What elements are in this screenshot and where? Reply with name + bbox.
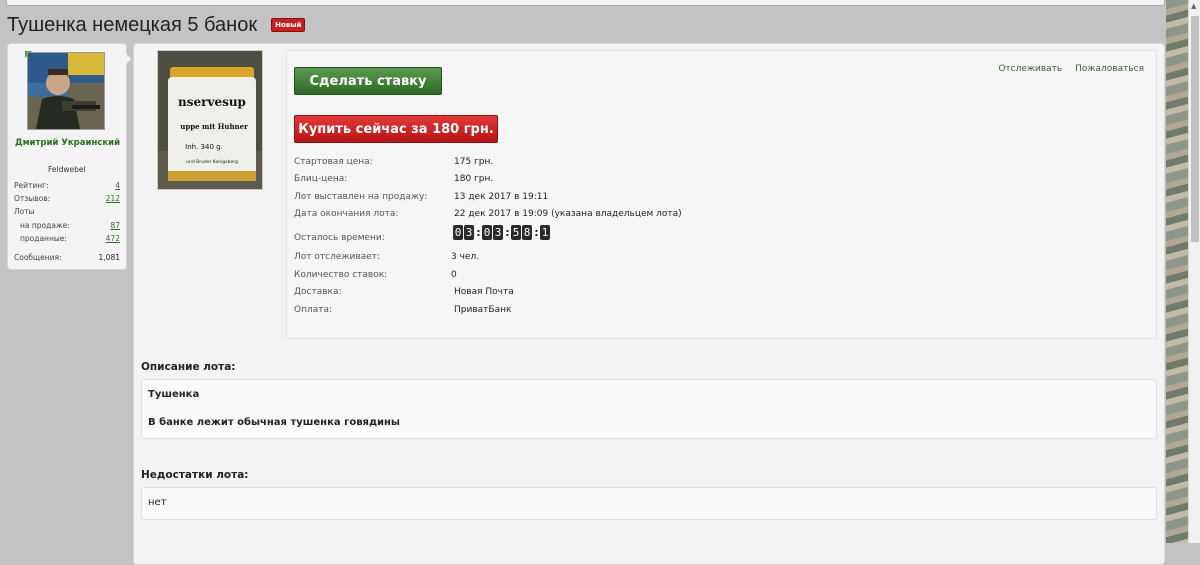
user-name[interactable]: Дмитрий Украинский (15, 138, 121, 149)
detail-label: Блиц-цена: (294, 174, 348, 184)
can-label-4: und Bruder Konigsberg (186, 159, 238, 165)
description-text: В банке лежит обычная тушенка говядины (148, 417, 400, 428)
stat-value[interactable]: 87 (110, 220, 120, 232)
stat-value[interactable]: 4 (115, 180, 120, 192)
description-title: Описание лота: (141, 361, 236, 373)
lot-image[interactable]: nservesup uppe mit Huhner Inh. 340 g. un… (157, 50, 263, 190)
detail-value: 3 чел. (451, 252, 480, 262)
can-label-1: nservesup (178, 95, 246, 109)
stat-sold: проданные: 472 (14, 233, 120, 245)
description-box (141, 379, 1157, 439)
timer-digit: 8 (522, 225, 532, 240)
lot-actions: Отслеживать Пожаловаться (988, 64, 1144, 74)
lot-photo: nservesup uppe mit Huhner Inh. 340 g. un… (158, 51, 262, 189)
detail-end-date: Дата окончания лота: 22 дек 2017 в 19:09… (294, 207, 682, 221)
timer-digit: 3 (493, 225, 503, 240)
scrollbar[interactable]: ▲ (1188, 0, 1200, 543)
detail-label: Лот выставлен на продажу: (294, 192, 428, 202)
scroll-up-icon[interactable]: ▲ (1191, 2, 1196, 10)
detail-value: ПриватБанк (454, 305, 512, 315)
timer-digit: 0 (482, 225, 492, 240)
detail-value: 0 (451, 270, 457, 280)
stat-label: на продаже: (20, 221, 70, 230)
detail-remaining-time: Осталось времени: (294, 231, 385, 245)
buy-now-button[interactable]: Купить сейчас за 180 грн. (294, 115, 498, 143)
can-label-2: uppe mit Huhner (180, 122, 248, 131)
flaws-text: нет (148, 497, 167, 508)
timer-digit: 3 (464, 225, 474, 240)
detail-label: Количество ставок: (294, 270, 388, 280)
new-badge: Новый (271, 18, 306, 32)
timer-separator: : (476, 226, 481, 239)
timer-digit: 0 (453, 225, 463, 240)
detail-label: Стартовая цена: (294, 157, 373, 167)
scrollbar-thumb[interactable] (1191, 16, 1199, 242)
timer-separator: : (505, 226, 510, 239)
stat-label: проданные: (20, 234, 67, 243)
detail-blitz-price: Блиц-цена: 180 грн. (294, 172, 493, 186)
flaws-title: Недостатки лота: (141, 469, 249, 481)
detail-value: 22 дек 2017 в 19:09 (указана владельцем … (454, 209, 682, 219)
timer-separator: : (534, 226, 539, 239)
avatar-image (28, 53, 104, 129)
detail-start-price: Стартовая цена: 175 грн. (294, 155, 493, 169)
detail-listed-date: Лот выставлен на продажу: 13 дек 2017 в … (294, 190, 548, 204)
page-title: Тушенка немецкая 5 банок (7, 13, 258, 36)
detail-payment: Оплата: ПриватБанк (294, 303, 511, 317)
watch-link[interactable]: Отслеживать (998, 64, 1062, 74)
detail-value: 175 грн. (454, 157, 494, 167)
timer-digit: 1 (540, 225, 550, 240)
user-rank: Feldwebel (48, 165, 86, 174)
stat-label: Сообщения: (14, 253, 62, 262)
description-heading: Тушенка (148, 389, 200, 400)
detail-label: Доставка: (294, 287, 342, 297)
background-decoration (1166, 0, 1188, 543)
report-link[interactable]: Пожаловаться (1075, 64, 1144, 74)
detail-bid-count: Количество ставок: 0 (294, 268, 457, 282)
detail-delivery: Доставка: Новая Почта (294, 285, 514, 299)
stat-lots: Лоты (14, 206, 120, 218)
stat-rating: Рейтинг: 4 (14, 180, 120, 192)
stat-label: Лоты (14, 207, 35, 216)
stat-value[interactable]: 472 (106, 233, 120, 245)
title-row: Тушенка немецкая 5 банок Новый (7, 12, 306, 38)
stat-value: 1,081 (98, 253, 120, 262)
top-frame (6, 0, 1165, 6)
detail-label: Оплата: (294, 305, 333, 315)
stat-reviews: Отзывов: 212 (14, 193, 120, 205)
detail-value: 180 грн. (454, 174, 494, 184)
stat-label: Рейтинг: (14, 181, 49, 190)
stat-messages: Сообщения: 1,081 (14, 252, 120, 264)
detail-value: 13 дек 2017 в 19:11 (454, 192, 549, 202)
detail-label: Осталось времени: (294, 233, 385, 243)
place-bid-button[interactable]: Сделать ставку (294, 67, 442, 95)
detail-label: Дата окончания лота: (294, 209, 399, 219)
detail-value: Новая Почта (454, 287, 514, 297)
timer-digit: 5 (511, 225, 521, 240)
stat-label: Отзывов: (14, 194, 51, 203)
stat-on-sale: на продаже: 87 (14, 220, 120, 232)
can-label-3: Inh. 340 g. (185, 143, 223, 151)
detail-watchers: Лот отслеживает: 3 чел. (294, 250, 479, 264)
user-card: Дмитрий Украинский Feldwebel Рейтинг: 4 … (7, 43, 127, 270)
countdown-timer: 0 3 : 0 3 : 5 8 : 1 (453, 225, 551, 240)
avatar[interactable] (27, 52, 105, 130)
detail-label: Лот отслеживает: (294, 252, 380, 262)
flaws-box (141, 487, 1157, 520)
user-card-pointer (125, 53, 131, 65)
stat-value[interactable]: 212 (106, 193, 120, 205)
